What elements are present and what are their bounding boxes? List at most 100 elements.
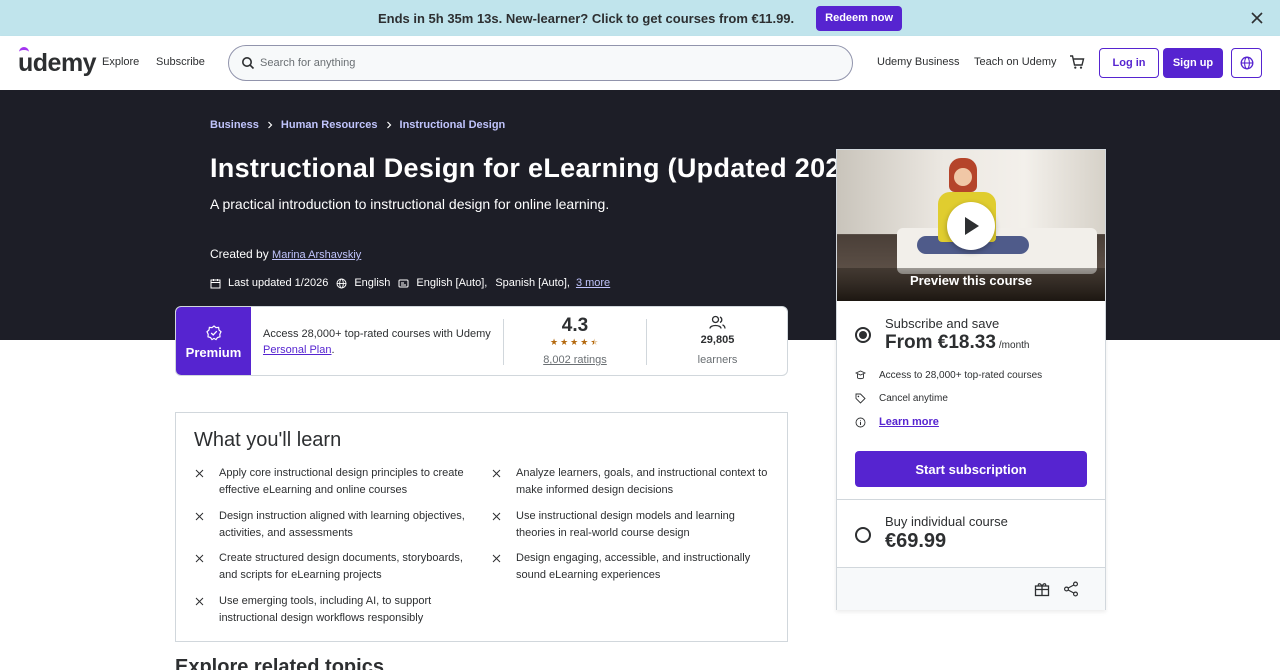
redeem-now-button[interactable]: Redeem now xyxy=(816,5,903,31)
subscribe-radio[interactable] xyxy=(855,327,871,343)
learn-heading: What you'll learn xyxy=(194,429,342,451)
subscribe-link[interactable]: Subscribe xyxy=(156,56,205,68)
learn-more-line: Learn more xyxy=(855,416,939,428)
udemy-business-link[interactable]: Udemy Business xyxy=(877,56,960,68)
cancel-text: Cancel anytime xyxy=(879,393,948,404)
buy-course-radio[interactable] xyxy=(855,527,871,543)
info-icon xyxy=(855,417,866,427)
subscribe-price: From €18.33/month xyxy=(885,332,1029,354)
language-button[interactable] xyxy=(1231,48,1262,78)
divider xyxy=(837,499,1105,500)
tag-icon xyxy=(855,393,866,404)
promo-text[interactable]: Ends in 5h 35m 13s. New-learner? Click t… xyxy=(378,11,794,26)
preview-label[interactable]: Preview this course xyxy=(837,273,1105,288)
captions-icon xyxy=(398,279,409,287)
check-icon xyxy=(492,469,501,478)
learn-item-text: Use emerging tools, including AI, to sup… xyxy=(219,595,432,624)
created-by-label: Created by xyxy=(210,247,269,261)
check-icon xyxy=(492,512,501,521)
rating-stars: ★ ★ ★ ★ ★ xyxy=(550,338,598,347)
course-language: English xyxy=(354,277,391,289)
globe-icon xyxy=(1240,56,1253,70)
course-subtitle: A practical introduction to instructiona… xyxy=(210,196,610,212)
premium-label: Premium xyxy=(185,344,242,360)
search-bar[interactable] xyxy=(228,45,853,81)
check-icon xyxy=(492,554,501,563)
signup-button[interactable]: Sign up xyxy=(1163,48,1223,78)
ratings-count-link[interactable]: 8,002 ratings xyxy=(532,354,618,366)
personal-plan-link[interactable]: Personal Plan xyxy=(263,344,332,356)
star-icon: ★ xyxy=(580,337,589,347)
breadcrumb-instructional-design[interactable]: Instructional Design xyxy=(400,119,506,131)
learn-item-text: Analyze learners, goals, and instruction… xyxy=(516,467,768,496)
learn-item-text: Apply core instructional design principl… xyxy=(219,467,464,496)
sidebar-footer xyxy=(837,568,1105,610)
close-icon[interactable] xyxy=(1248,9,1266,27)
chevron-right-icon xyxy=(267,121,273,129)
captions-english: English [Auto], xyxy=(416,277,488,289)
star-half-icon: ★ xyxy=(590,337,599,347)
check-icon xyxy=(195,469,204,478)
course-preview-video[interactable]: Preview this course xyxy=(837,150,1105,301)
logo-mark xyxy=(19,47,29,52)
created-by: Created by Marina Arshavskiy xyxy=(210,247,361,261)
purchase-sidebar: Preview this course Subscribe and save F… xyxy=(836,149,1106,610)
explore-link[interactable]: Explore xyxy=(102,56,139,68)
teach-link[interactable]: Teach on Udemy xyxy=(974,56,1057,68)
share-icon[interactable] xyxy=(1063,581,1079,597)
premium-check-icon xyxy=(205,324,222,340)
breadcrumb: Business Human Resources Instructional D… xyxy=(210,119,505,131)
promo-banner[interactable]: Ends in 5h 35m 13s. New-learner? Click t… xyxy=(0,0,1280,36)
divider xyxy=(646,319,647,365)
udemy-logo[interactable]: udemy xyxy=(18,47,97,78)
breadcrumb-business[interactable]: Business xyxy=(210,119,259,131)
learners-label: learners xyxy=(697,354,738,366)
cart-icon[interactable] xyxy=(1069,54,1085,70)
check-icon xyxy=(195,597,204,606)
play-button[interactable] xyxy=(947,202,995,250)
logo-text: udemy xyxy=(18,49,97,77)
breadcrumb-human-resources[interactable]: Human Resources xyxy=(281,119,378,131)
buy-price: €69.99 xyxy=(885,530,947,552)
gift-icon[interactable] xyxy=(1034,581,1050,597)
last-updated: Last updated 1/2026 xyxy=(228,277,329,289)
calendar-alert-icon xyxy=(210,278,221,288)
captions-spanish: Spanish [Auto], xyxy=(495,277,570,289)
learners-count: 29,805 xyxy=(700,334,735,346)
users-icon xyxy=(709,315,726,329)
login-button[interactable]: Log in xyxy=(1099,48,1159,78)
learn-more-link[interactable]: Learn more xyxy=(879,416,939,428)
rating-value: 4.3 xyxy=(561,315,589,336)
start-subscription-button[interactable]: Start subscription xyxy=(855,451,1087,487)
learn-item-text: Design instruction aligned with learning… xyxy=(219,510,465,539)
subscribe-title[interactable]: Subscribe and save xyxy=(885,316,999,331)
preview-person-face xyxy=(954,168,972,186)
play-icon xyxy=(965,217,979,235)
globe-icon xyxy=(336,278,347,288)
learn-item-text: Create structured design documents, stor… xyxy=(219,552,463,581)
cancel-line: Cancel anytime xyxy=(855,393,948,404)
access-line: Access to 28,000+ top-rated courses xyxy=(855,370,1042,381)
site-header: udemy Explore Subscribe Udemy Business T… xyxy=(0,36,1280,90)
learn-item-text: Use instructional design models and lear… xyxy=(516,510,735,539)
author-link[interactable]: Marina Arshavskiy xyxy=(272,249,361,261)
subscribe-price-value: From €18.33 xyxy=(885,332,996,353)
learn-item-text: Design engaging, accessible, and instruc… xyxy=(516,552,751,581)
check-icon xyxy=(195,554,204,563)
divider xyxy=(503,319,504,365)
related-topics-heading: Explore related topics xyxy=(175,656,384,670)
search-icon[interactable] xyxy=(241,56,255,70)
captions-more-link[interactable]: 3 more xyxy=(576,277,610,289)
subscribe-period: /month xyxy=(998,340,1030,351)
buy-title[interactable]: Buy individual course xyxy=(885,514,1008,529)
premium-desc-text: Access 28,000+ top-rated courses with Ud… xyxy=(263,328,491,340)
courses-icon xyxy=(855,370,866,380)
chevron-right-icon xyxy=(386,121,391,129)
search-input[interactable] xyxy=(260,57,820,69)
premium-description: Access 28,000+ top-rated courses with Ud… xyxy=(263,328,491,356)
premium-badge: Premium xyxy=(176,307,251,375)
course-title: Instructional Design for eLearning (Upda… xyxy=(210,153,866,183)
course-meta: Last updated 1/2026 English English [Aut… xyxy=(210,277,610,289)
access-text: Access to 28,000+ top-rated courses xyxy=(879,370,1043,381)
star-icon: ★ xyxy=(550,337,559,347)
